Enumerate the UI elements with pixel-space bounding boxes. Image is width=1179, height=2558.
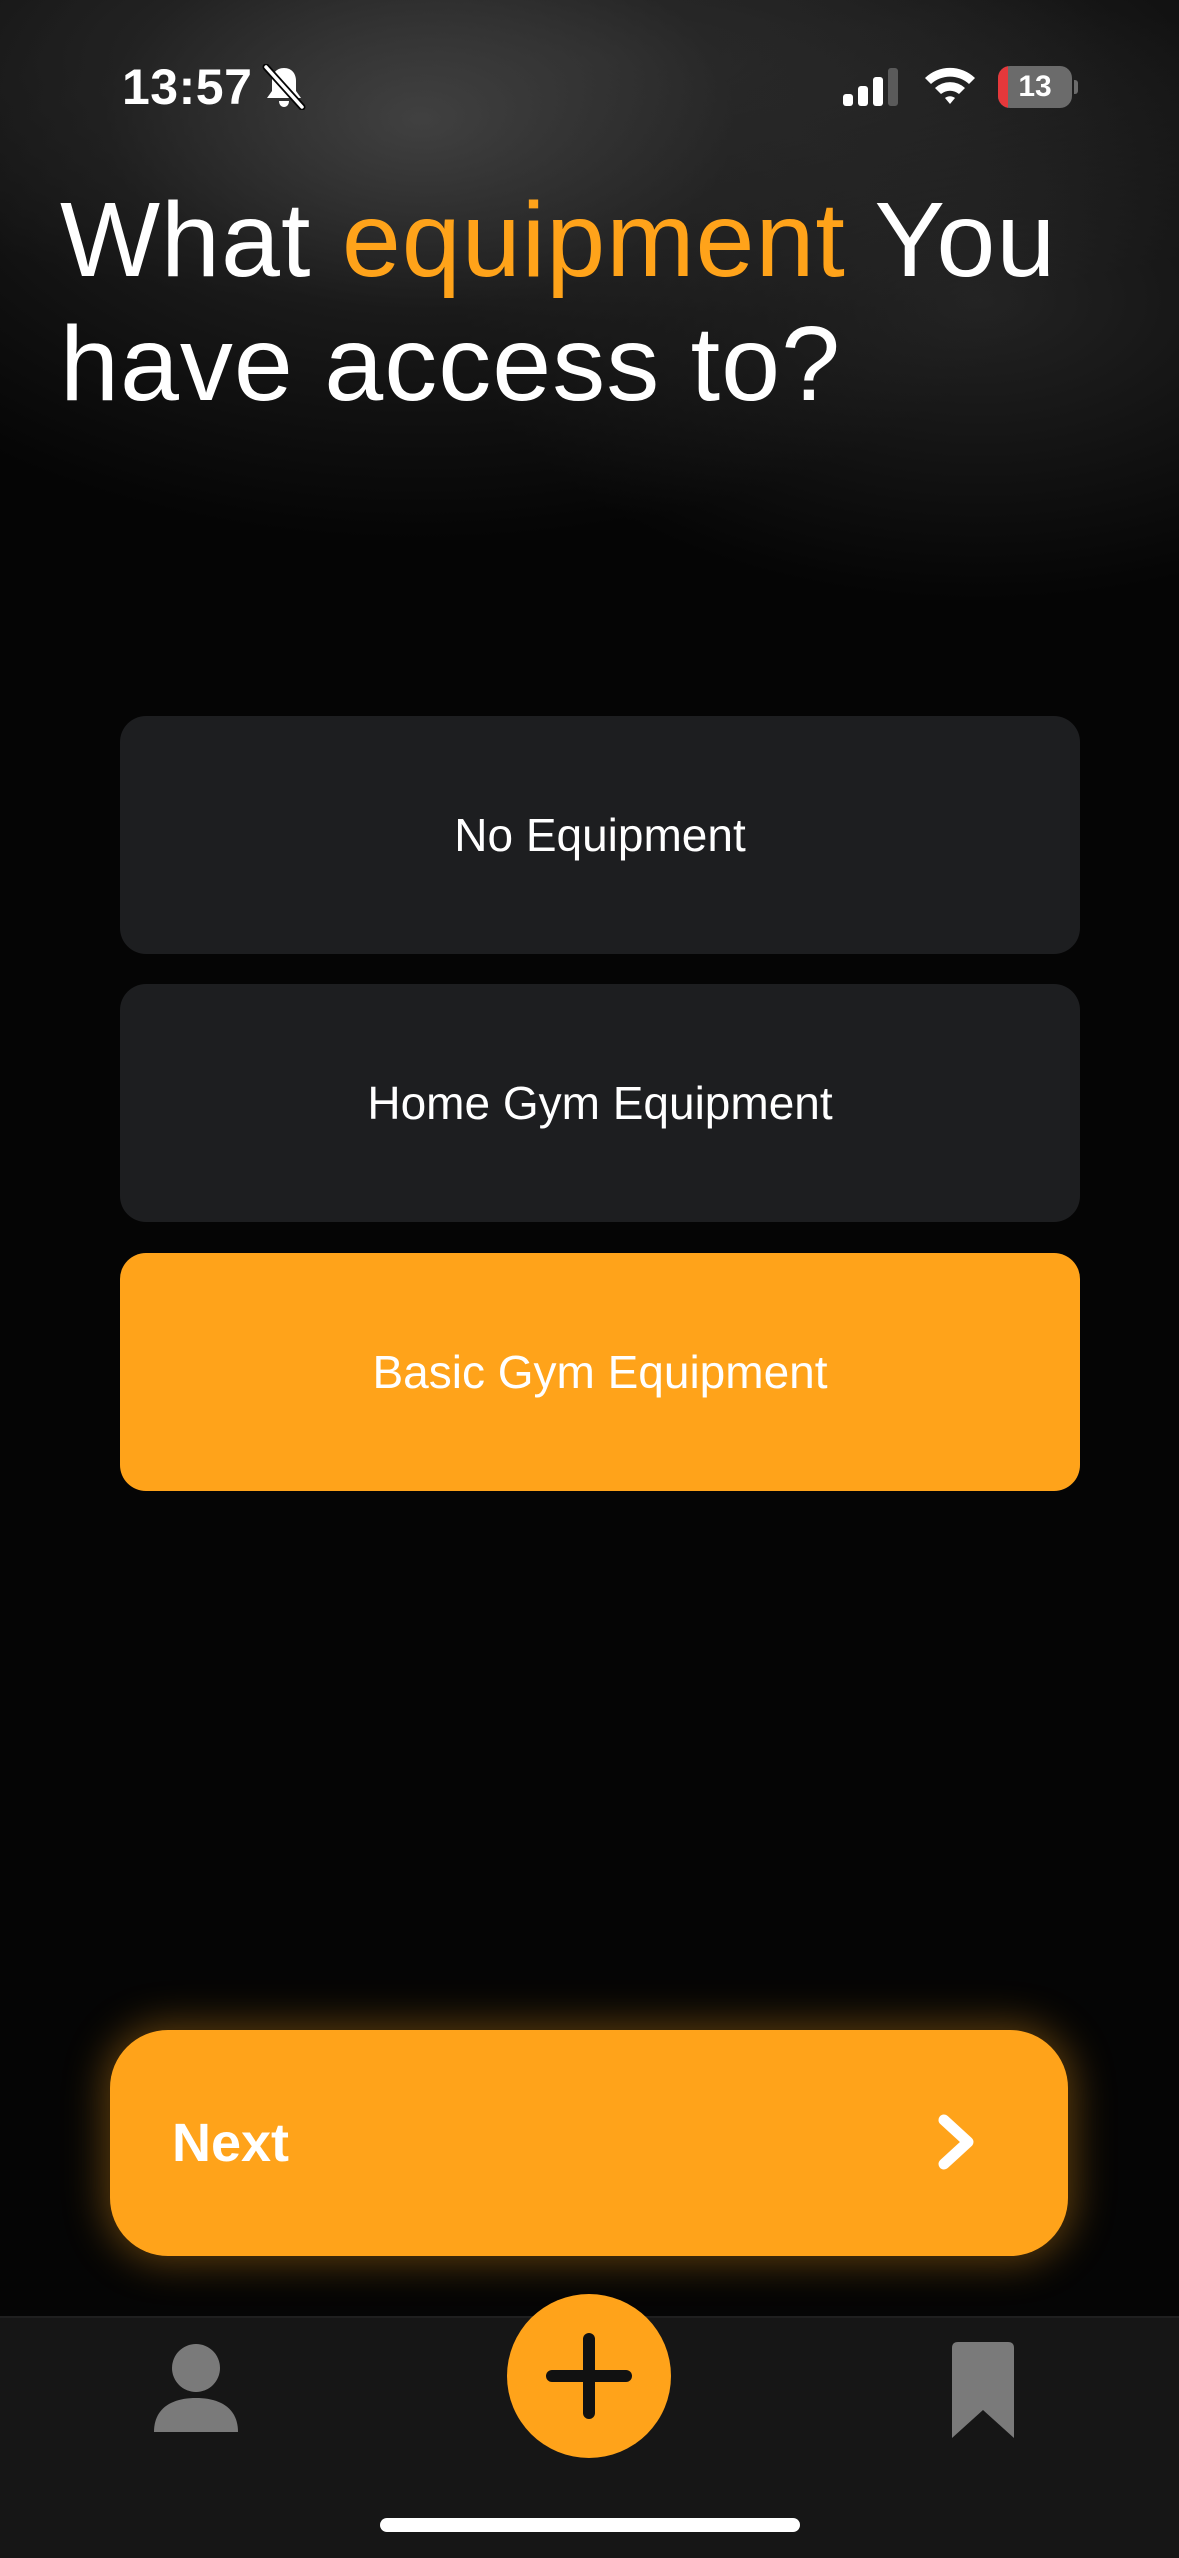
- option-label: Basic Gym Equipment: [372, 1346, 828, 1398]
- page-title: What equipment You have access to?: [60, 178, 1140, 426]
- option-no-equipment[interactable]: No Equipment: [120, 716, 1080, 954]
- wifi-icon: [925, 67, 975, 104]
- battery-body: 13: [998, 66, 1072, 108]
- cellular-signal-icon: [843, 68, 898, 106]
- chevron-right-icon: [938, 2114, 974, 2170]
- title-prefix: What: [60, 181, 342, 299]
- battery-cap: [1074, 80, 1078, 94]
- person-icon[interactable]: [152, 2342, 240, 2434]
- battery-level: 13: [1018, 70, 1052, 103]
- status-time: 13:57: [122, 59, 253, 115]
- option-label: No Equipment: [454, 809, 746, 861]
- option-basic-gym-equipment[interactable]: Basic Gym Equipment: [120, 1253, 1080, 1491]
- next-button-label: Next: [172, 2113, 290, 2173]
- home-indicator[interactable]: [380, 2518, 800, 2532]
- bookmark-icon[interactable]: [952, 2342, 1014, 2438]
- option-home-gym-equipment[interactable]: Home Gym Equipment: [120, 984, 1080, 1222]
- plus-icon: [546, 2333, 632, 2419]
- next-button[interactable]: Next: [110, 2030, 1068, 2256]
- title-highlight: equipment: [341, 181, 846, 299]
- bell-off-icon: [262, 64, 306, 110]
- screen: 13:57 13 What equipment You have access …: [0, 0, 1179, 2558]
- status-bar: 13:57 13: [0, 0, 1179, 160]
- battery-icon: 13: [998, 66, 1078, 108]
- option-label: Home Gym Equipment: [367, 1077, 833, 1129]
- add-button[interactable]: [507, 2294, 671, 2458]
